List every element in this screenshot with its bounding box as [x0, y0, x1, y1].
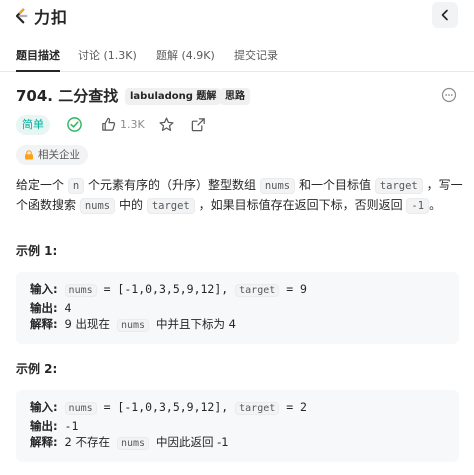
desc-text: ，如果目标值存在返回下标，否则返回 — [198, 198, 403, 212]
inline-code: nums — [64, 284, 97, 297]
explanation-text: 2 不存在 — [64, 435, 111, 449]
problem-description: 给定一个 n 个元素有序的（升序）整型数组 nums 和一个目标值 target… — [16, 176, 464, 216]
example-output: 输出: 4 — [30, 300, 445, 317]
top-bar: 力扣 — [0, 0, 474, 32]
inline-code: target — [235, 284, 280, 297]
like-count: 1.3K — [120, 118, 145, 131]
input-label: 输入: — [30, 400, 58, 414]
active-tab-indicator — [16, 70, 60, 72]
desc-text: 个元素有序的（升序）整型数组 — [88, 178, 257, 192]
logo-text: 力扣 — [34, 8, 69, 27]
tab-description[interactable]: 题目描述 — [16, 47, 60, 63]
example-1-title: 示例 1: — [16, 244, 58, 258]
leetcode-logo-icon — [15, 8, 28, 24]
input-value: = 2 — [286, 400, 307, 414]
solved-check-icon — [67, 117, 82, 132]
tag-labuladong[interactable]: labuladong 题解 — [125, 88, 222, 105]
output-label: 输出: — [30, 300, 58, 315]
explanation-label: 解释: — [30, 435, 58, 449]
example-output: 输出: -1 — [30, 418, 445, 435]
problem-title: 704. 二分查找 — [16, 87, 119, 105]
example-1-box: 输入: nums = [-1,0,3,5,9,12], target = 9 输… — [16, 272, 459, 344]
input-value: = [-1,0,3,5,9,12], — [103, 282, 229, 296]
chevron-left-icon — [441, 9, 448, 21]
example-explanation: 解释: 9 出现在 nums 中并且下标为 4 — [30, 316, 445, 335]
star-icon[interactable] — [158, 116, 175, 133]
output-label: 输出: — [30, 418, 58, 433]
explanation-text: 中因此返回 -1 — [156, 435, 229, 449]
tab-submissions[interactable]: 提交记录 — [234, 47, 278, 63]
thumbs-up-icon[interactable] — [100, 116, 117, 133]
example-2-title: 示例 2: — [16, 362, 58, 376]
input-value: = [-1,0,3,5,9,12], — [103, 400, 229, 414]
inline-code: -1 — [406, 198, 430, 214]
input-label: 输入: — [30, 282, 58, 296]
inline-code: target — [235, 402, 280, 415]
example-explanation: 解释: 2 不存在 nums 中因此返回 -1 — [30, 434, 445, 453]
share-icon[interactable] — [190, 116, 207, 133]
more-options-icon[interactable] — [441, 87, 457, 103]
tab-discussion[interactable]: 讨论 (1.3K) — [78, 47, 137, 63]
inline-code: target — [146, 198, 195, 214]
explanation-text: 中并且下标为 4 — [156, 317, 236, 331]
inline-code: nums — [64, 402, 97, 415]
explanation-label: 解释: — [30, 317, 58, 331]
inline-code: nums — [79, 198, 116, 214]
desc-text: 给定一个 — [16, 178, 65, 192]
inline-code: nums — [259, 178, 296, 194]
output-value: -1 — [64, 418, 79, 433]
inline-code: target — [374, 178, 423, 194]
input-value: = 9 — [286, 282, 307, 296]
tab-solutions[interactable]: 题解 (4.9K) — [156, 47, 215, 63]
related-companies-label: 相关企业 — [38, 149, 80, 161]
logo[interactable]: 力扣 — [12, 4, 68, 28]
inline-code: nums — [116, 437, 150, 450]
related-companies-tag[interactable]: 相关企业 — [16, 145, 88, 165]
desc-text: 。 — [429, 198, 442, 212]
desc-text: 和一个目标值 — [298, 178, 371, 192]
desc-text: 中的 — [118, 198, 143, 212]
problem-tabs: 题目描述 讨论 (1.3K) 题解 (4.9K) 提交记录 — [0, 38, 474, 72]
explanation-text: 9 出现在 — [64, 317, 111, 331]
output-value: 4 — [64, 300, 72, 315]
back-button[interactable] — [432, 2, 458, 28]
example-2-box: 输入: nums = [-1,0,3,5,9,12], target = 2 输… — [16, 390, 459, 462]
lock-icon — [25, 150, 33, 160]
tag-approach[interactable]: 思路 — [220, 88, 250, 105]
difficulty-badge: 简单 — [16, 115, 50, 135]
example-input: 输入: nums = [-1,0,3,5,9,12], target = 2 — [30, 399, 445, 418]
example-input: 输入: nums = [-1,0,3,5,9,12], target = 9 — [30, 281, 445, 300]
inline-code: n — [67, 178, 85, 194]
inline-code: nums — [116, 319, 150, 332]
